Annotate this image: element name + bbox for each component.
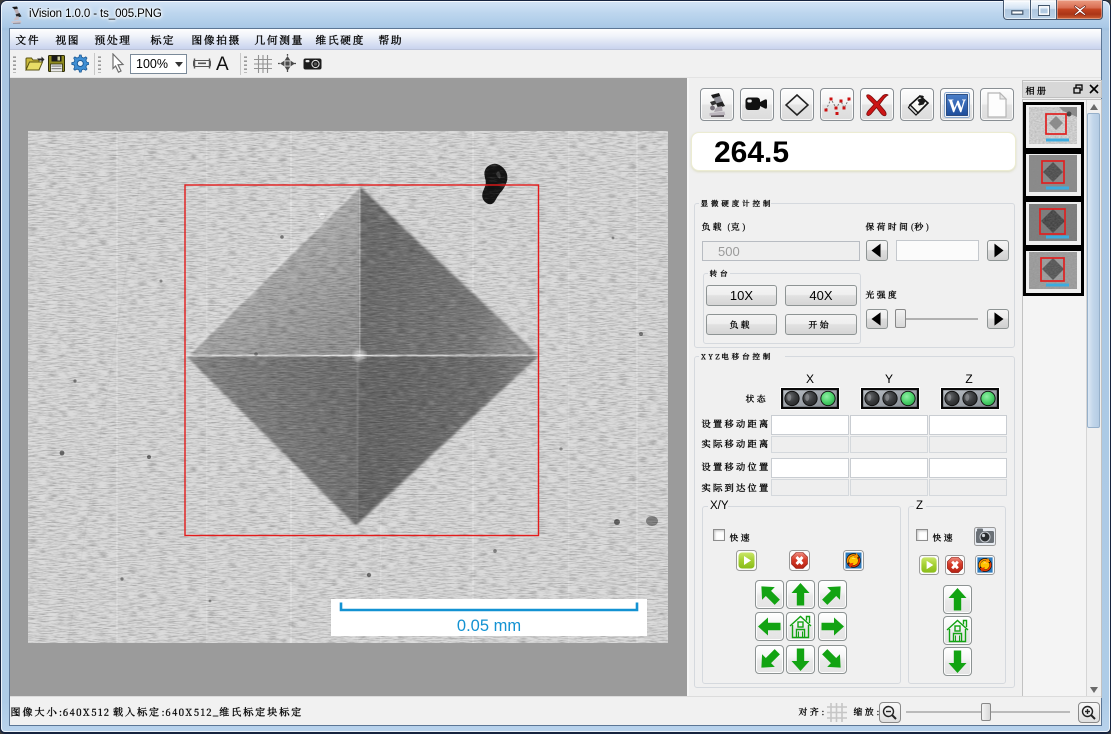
svg-text:W: W bbox=[948, 97, 967, 117]
svg-text:0.05 mm: 0.05 mm bbox=[457, 617, 521, 635]
